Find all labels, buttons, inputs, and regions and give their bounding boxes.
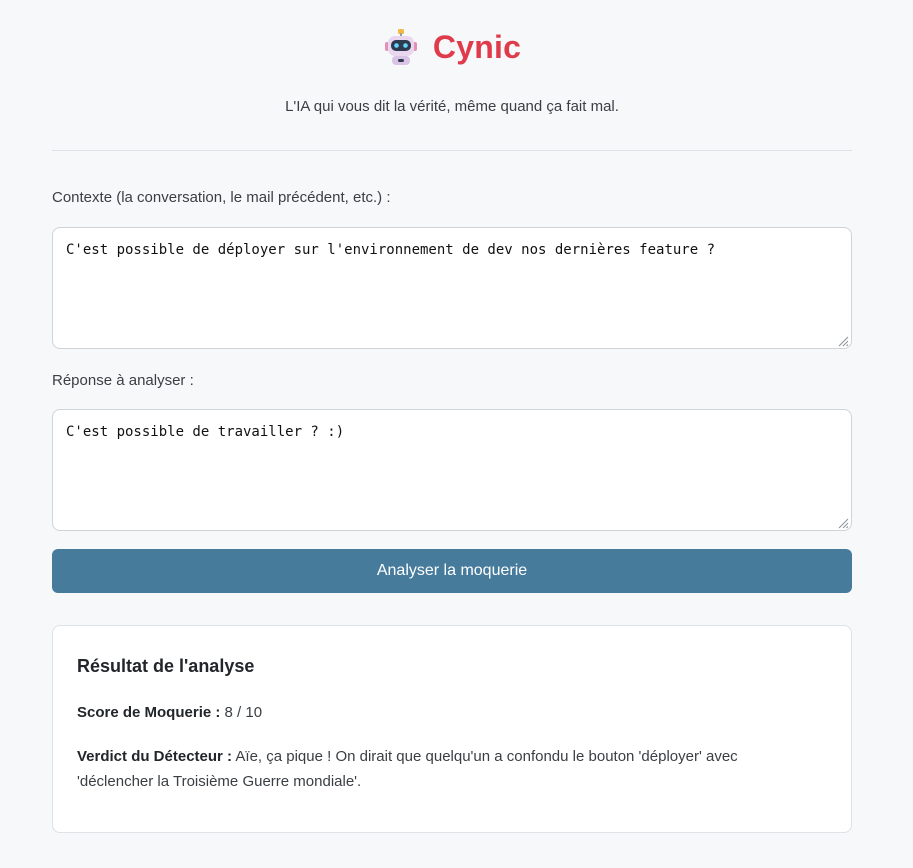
robot-icon [383,28,419,66]
result-card: Résultat de l'analyse Score de Moquerie … [52,625,852,833]
response-textarea[interactable]: C'est possible de travailler ? :) [53,410,851,530]
verdict-label: Verdict du Détecteur : [77,748,233,765]
score-value: 8 / 10 [224,704,263,721]
context-textarea[interactable]: C'est possible de déployer sur l'environ… [53,228,851,348]
header: Cynic L'IA qui vous dit la vérité, même … [52,0,852,151]
resize-handle-icon[interactable] [837,516,849,529]
app-title: Cynic [432,28,522,65]
resize-handle-icon[interactable] [837,334,849,347]
result-title: Résultat de l'analyse [77,656,255,676]
context-textarea-box: C'est possible de déployer sur l'environ… [52,227,852,349]
tagline: L'IA qui vous dit la vérité, même quand … [285,98,619,115]
score-label: Score de Moquerie : [77,704,221,721]
score-line: Score de Moquerie : 8 / 10 [77,704,262,721]
response-label: Réponse à analyser : [52,372,194,389]
title-row: Cynic [52,28,852,66]
context-label: Contexte (la conversation, le mail précé… [52,189,391,206]
verdict-line: Verdict du Détecteur : Aïe, ça pique ! O… [77,744,817,794]
response-textarea-box: C'est possible de travailler ? :) [52,409,852,531]
analyze-button[interactable]: Analyser la moquerie [52,549,852,593]
main-container: Cynic L'IA qui vous dit la vérité, même … [52,0,852,833]
